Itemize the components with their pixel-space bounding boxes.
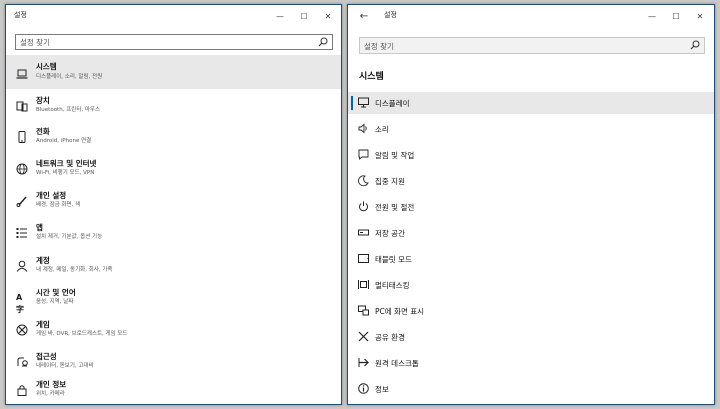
title-bar[interactable]: ← 설정 — ☐ ✕ [348, 5, 714, 27]
system-item-sound[interactable]: 소리 [348, 118, 714, 140]
nav-item-devices[interactable]: 장치 Bluetooth, 프린터, 마우스 [6, 91, 341, 121]
settings-window-left: 설정 — ☐ ✕ 설정 찾기 시스템 디스플레이, 소리, 알림, 전원 장치 … [5, 4, 342, 405]
language-icon: A字 [16, 293, 24, 314]
notification-icon [358, 149, 369, 160]
system-item-label: 집중 지원 [375, 177, 405, 186]
system-item-label: 디스플레이 [375, 99, 410, 108]
nav-sublabel: Android, iPhone 연결 [36, 138, 92, 144]
system-item-about[interactable]: 정보 [348, 378, 714, 400]
nav-item-accounts[interactable]: 계정 내 계정, 메일, 동기화, 회사, 가족 [6, 251, 341, 281]
system-item-label: 공유 환경 [375, 333, 405, 342]
nav-sublabel: Bluetooth, 프린터, 마우스 [36, 107, 101, 113]
shared-icon [358, 331, 369, 342]
window-title: 설정 [384, 11, 397, 19]
nav-sublabel: 설치 제거, 기본값, 옵션 기능 [36, 234, 103, 240]
system-item-display[interactable]: 디스플레이 [348, 92, 714, 114]
section-title: 시스템 [359, 72, 384, 82]
system-item-label: 저장 공간 [375, 229, 405, 238]
lock-icon [16, 384, 28, 396]
nav-item-personalization[interactable]: 개인 설정 배경, 잠금 화면, 색 [6, 186, 341, 216]
system-item-remote-desktop[interactable]: 원격 데스크톱 [348, 352, 714, 374]
info-icon [358, 383, 369, 394]
search-placeholder: 설정 찾기 [364, 42, 394, 51]
nav-sublabel: Wi-Fi, 비행기 모드, VPN [36, 170, 95, 176]
remote-desktop-icon [358, 357, 369, 368]
system-item-label: 알림 및 작업 [375, 151, 415, 160]
nav-sublabel: 게임 바, DVR, 브로드캐스트, 게임 모드 [36, 331, 128, 337]
speaker-icon [358, 123, 369, 134]
nav-item-time-language[interactable]: A字 시간 및 언어 음성, 지역, 날짜 [6, 283, 341, 314]
search-icon[interactable] [317, 36, 329, 48]
monitor-icon [358, 97, 369, 108]
nav-item-accessibility[interactable]: 접근성 내레이터, 돋보기, 고대비 [6, 347, 341, 377]
nav-label: 시스템 [36, 62, 57, 71]
nav-sublabel: 내레이터, 돋보기, 고대비 [36, 363, 94, 369]
selection-indicator [351, 96, 353, 110]
project-icon [358, 305, 369, 316]
search-icon[interactable] [689, 39, 701, 51]
nav-sublabel: 음성, 지역, 날짜 [36, 299, 74, 305]
storage-icon [358, 227, 369, 238]
system-item-label: 전원 및 절전 [375, 203, 415, 212]
apps-list-icon [16, 227, 28, 239]
system-item-power[interactable]: 전원 및 절전 [348, 196, 714, 218]
system-item-project[interactable]: PC에 화면 표시 [348, 300, 714, 322]
nav-item-apps[interactable]: 앱 설치 제거, 기본값, 옵션 기능 [6, 218, 341, 248]
nav-sublabel: 내 계정, 메일, 동기화, 회사, 가족 [36, 267, 113, 273]
system-item-tablet-mode[interactable]: 태블릿 모드 [348, 248, 714, 270]
nav-item-phone[interactable]: 전화 Android, iPhone 연결 [6, 122, 341, 152]
globe-icon [16, 163, 28, 175]
nav-item-privacy[interactable]: 개인 정보 위치, 카메라 [6, 377, 341, 403]
maximize-button[interactable]: ☐ [293, 5, 315, 27]
phone-icon [16, 131, 28, 143]
nav-item-system[interactable]: 시스템 디스플레이, 소리, 알림, 전원 [6, 55, 341, 89]
system-item-label: PC에 화면 표시 [375, 307, 425, 316]
moon-icon [358, 175, 369, 186]
nav-sublabel: 디스플레이, 소리, 알림, 전원 [36, 74, 103, 80]
xbox-icon [16, 324, 28, 336]
back-button[interactable]: ← [356, 8, 372, 24]
laptop-icon [16, 68, 28, 80]
minimize-button[interactable]: — [641, 5, 663, 27]
system-item-label: 태블릿 모드 [375, 255, 412, 264]
multitasking-icon [358, 279, 369, 290]
paint-brush-icon [16, 195, 28, 207]
system-item-label: 멀티태스킹 [375, 281, 410, 290]
maximize-button[interactable]: ☐ [665, 5, 687, 27]
system-item-focus-assist[interactable]: 집중 지원 [348, 170, 714, 192]
search-input[interactable]: 설정 찾기 [359, 37, 705, 54]
title-bar[interactable]: 설정 — ☐ ✕ [6, 5, 341, 27]
system-item-label: 원격 데스크톱 [375, 359, 419, 368]
power-icon [358, 201, 369, 212]
search-input[interactable]: 설정 찾기 [15, 34, 333, 50]
system-item-notifications[interactable]: 알림 및 작업 [348, 144, 714, 166]
window-title: 설정 [14, 11, 27, 19]
system-item-label: 소리 [375, 125, 389, 134]
settings-window-right: ← 설정 — ☐ ✕ 설정 찾기 시스템 디스플레이 소리 알림 및 작업 집중… [347, 4, 715, 405]
nav-item-gaming[interactable]: 게임 게임 바, DVR, 브로드캐스트, 게임 모드 [6, 315, 341, 345]
system-item-storage[interactable]: 저장 공간 [348, 222, 714, 244]
close-button[interactable]: ✕ [689, 5, 711, 27]
person-icon [16, 260, 28, 272]
tablet-icon [358, 253, 369, 264]
system-item-label: 정보 [375, 385, 389, 394]
minimize-button[interactable]: — [269, 5, 291, 27]
nav-sublabel: 위치, 카메라 [36, 391, 65, 397]
nav-item-network[interactable]: 네트워크 및 인터넷 Wi-Fi, 비행기 모드, VPN [6, 154, 341, 184]
system-item-multitasking[interactable]: 멀티태스킹 [348, 274, 714, 296]
system-item-shared-experiences[interactable]: 공유 환경 [348, 326, 714, 348]
search-placeholder: 설정 찾기 [20, 38, 50, 47]
accessibility-icon [16, 356, 28, 368]
nav-sublabel: 배경, 잠금 화면, 색 [36, 202, 81, 208]
keyboard-icon [16, 100, 28, 112]
close-button[interactable]: ✕ [317, 5, 339, 27]
